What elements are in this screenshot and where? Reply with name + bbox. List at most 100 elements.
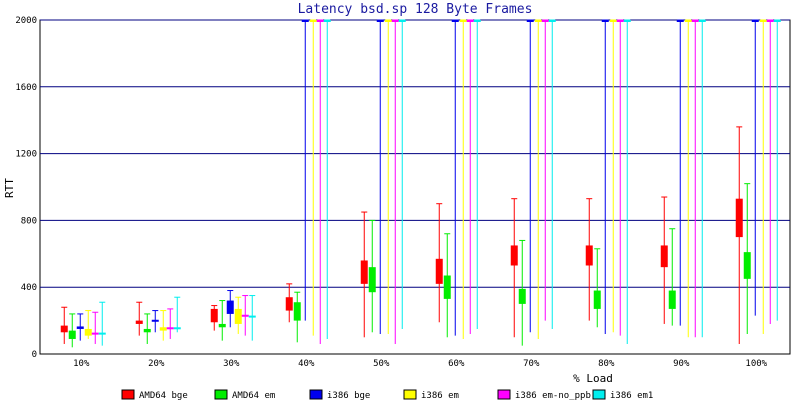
x-axis-ticks: 10% 20% 30% 40% 50% 60% 70% 80% 90% 100% — [73, 359, 768, 369]
box — [360, 260, 368, 284]
box — [616, 20, 624, 22]
box — [459, 20, 467, 22]
box — [601, 20, 609, 22]
box — [135, 320, 143, 324]
x-tick-label: 40% — [298, 359, 315, 369]
x-tick-label: 70% — [523, 359, 540, 369]
box — [773, 20, 781, 22]
box — [384, 20, 392, 22]
plot-area — [39, 19, 791, 355]
y-tick-label: 400 — [21, 283, 37, 293]
y-tick-label: 2000 — [15, 16, 37, 26]
legend-item: i386 bge — [309, 389, 370, 400]
box — [526, 20, 534, 22]
box — [609, 20, 617, 22]
box — [548, 20, 556, 22]
box — [735, 198, 743, 238]
box — [234, 308, 242, 324]
x-axis-label: % Load — [573, 372, 613, 385]
x-tick-label: 30% — [223, 359, 240, 369]
box — [443, 275, 451, 299]
box — [585, 245, 593, 266]
box — [301, 20, 309, 22]
box — [76, 326, 84, 329]
box — [541, 20, 549, 22]
box — [691, 20, 699, 22]
legend-label: AMD64 bge — [139, 391, 188, 400]
box — [473, 20, 481, 22]
legend-item: i386 em — [403, 389, 459, 400]
box — [660, 245, 668, 268]
box — [159, 327, 167, 331]
legend-label: AMD64 em — [232, 391, 275, 400]
box — [668, 290, 676, 309]
legend: AMD64 bge AMD64 em i386 bge i386 em i386 em-… — [121, 389, 653, 400]
box — [623, 20, 631, 22]
box — [285, 297, 293, 311]
legend-label: i386 bge — [327, 391, 370, 400]
box — [91, 332, 99, 335]
box — [98, 332, 106, 335]
box — [435, 258, 443, 284]
box — [466, 20, 474, 22]
latency-chart: Latency bsd.sp 128 Byte Frames 0 400 800 12… — [3, 2, 791, 400]
legend-item: i386 em-no_ppb — [497, 389, 591, 400]
box — [323, 20, 331, 22]
box — [766, 20, 774, 22]
box — [698, 20, 706, 22]
y-tick-label: 1200 — [15, 150, 37, 160]
legend-label: i386 em — [421, 391, 459, 400]
box — [391, 20, 399, 22]
legend-label: i386 em-no_ppb — [515, 391, 591, 400]
box — [751, 20, 759, 22]
y-tick-label: 1600 — [15, 83, 37, 93]
legend-item: i386 em1 — [592, 389, 653, 400]
box — [241, 314, 249, 317]
chart-title: Latency bsd.sp 128 Byte Frames — [298, 2, 533, 17]
box — [143, 328, 151, 333]
legend-swatch — [403, 389, 417, 400]
box — [518, 288, 526, 304]
box — [210, 308, 218, 323]
x-tick-label: 50% — [373, 359, 390, 369]
box — [376, 20, 384, 22]
box — [316, 20, 324, 22]
box — [676, 20, 684, 22]
box — [151, 319, 159, 322]
box — [68, 330, 76, 339]
legend-swatch — [497, 389, 511, 400]
box — [593, 290, 601, 309]
box — [510, 245, 518, 266]
x-tick-label: 100% — [745, 359, 767, 369]
x-tick-label: 60% — [448, 359, 465, 369]
box — [173, 327, 181, 330]
box — [451, 20, 459, 22]
box — [84, 328, 92, 336]
y-tick-label: 0 — [32, 350, 37, 360]
box — [226, 300, 234, 314]
legend-swatch — [592, 389, 606, 400]
box — [743, 252, 751, 279]
box — [293, 302, 301, 321]
x-tick-label: 80% — [598, 359, 615, 369]
y-tick-label: 800 — [21, 216, 37, 226]
box — [398, 20, 406, 22]
box — [759, 20, 767, 22]
box — [166, 327, 174, 330]
legend-label: i386 em1 — [610, 391, 653, 400]
x-tick-label: 90% — [673, 359, 690, 369]
y-axis-ticks: 0 400 800 1200 1600 2000 — [15, 16, 37, 360]
box — [248, 315, 256, 318]
box — [309, 20, 317, 22]
x-tick-label: 10% — [73, 359, 90, 369]
box — [368, 267, 376, 293]
y-axis-label: RTT — [3, 178, 16, 198]
box — [60, 325, 68, 333]
legend-item: AMD64 bge — [121, 389, 188, 400]
x-tick-label: 20% — [148, 359, 165, 369]
legend-swatch — [121, 389, 135, 400]
legend-item: AMD64 em — [214, 389, 275, 400]
box — [534, 20, 542, 22]
legend-swatch — [214, 389, 228, 400]
legend-swatch — [309, 389, 323, 400]
